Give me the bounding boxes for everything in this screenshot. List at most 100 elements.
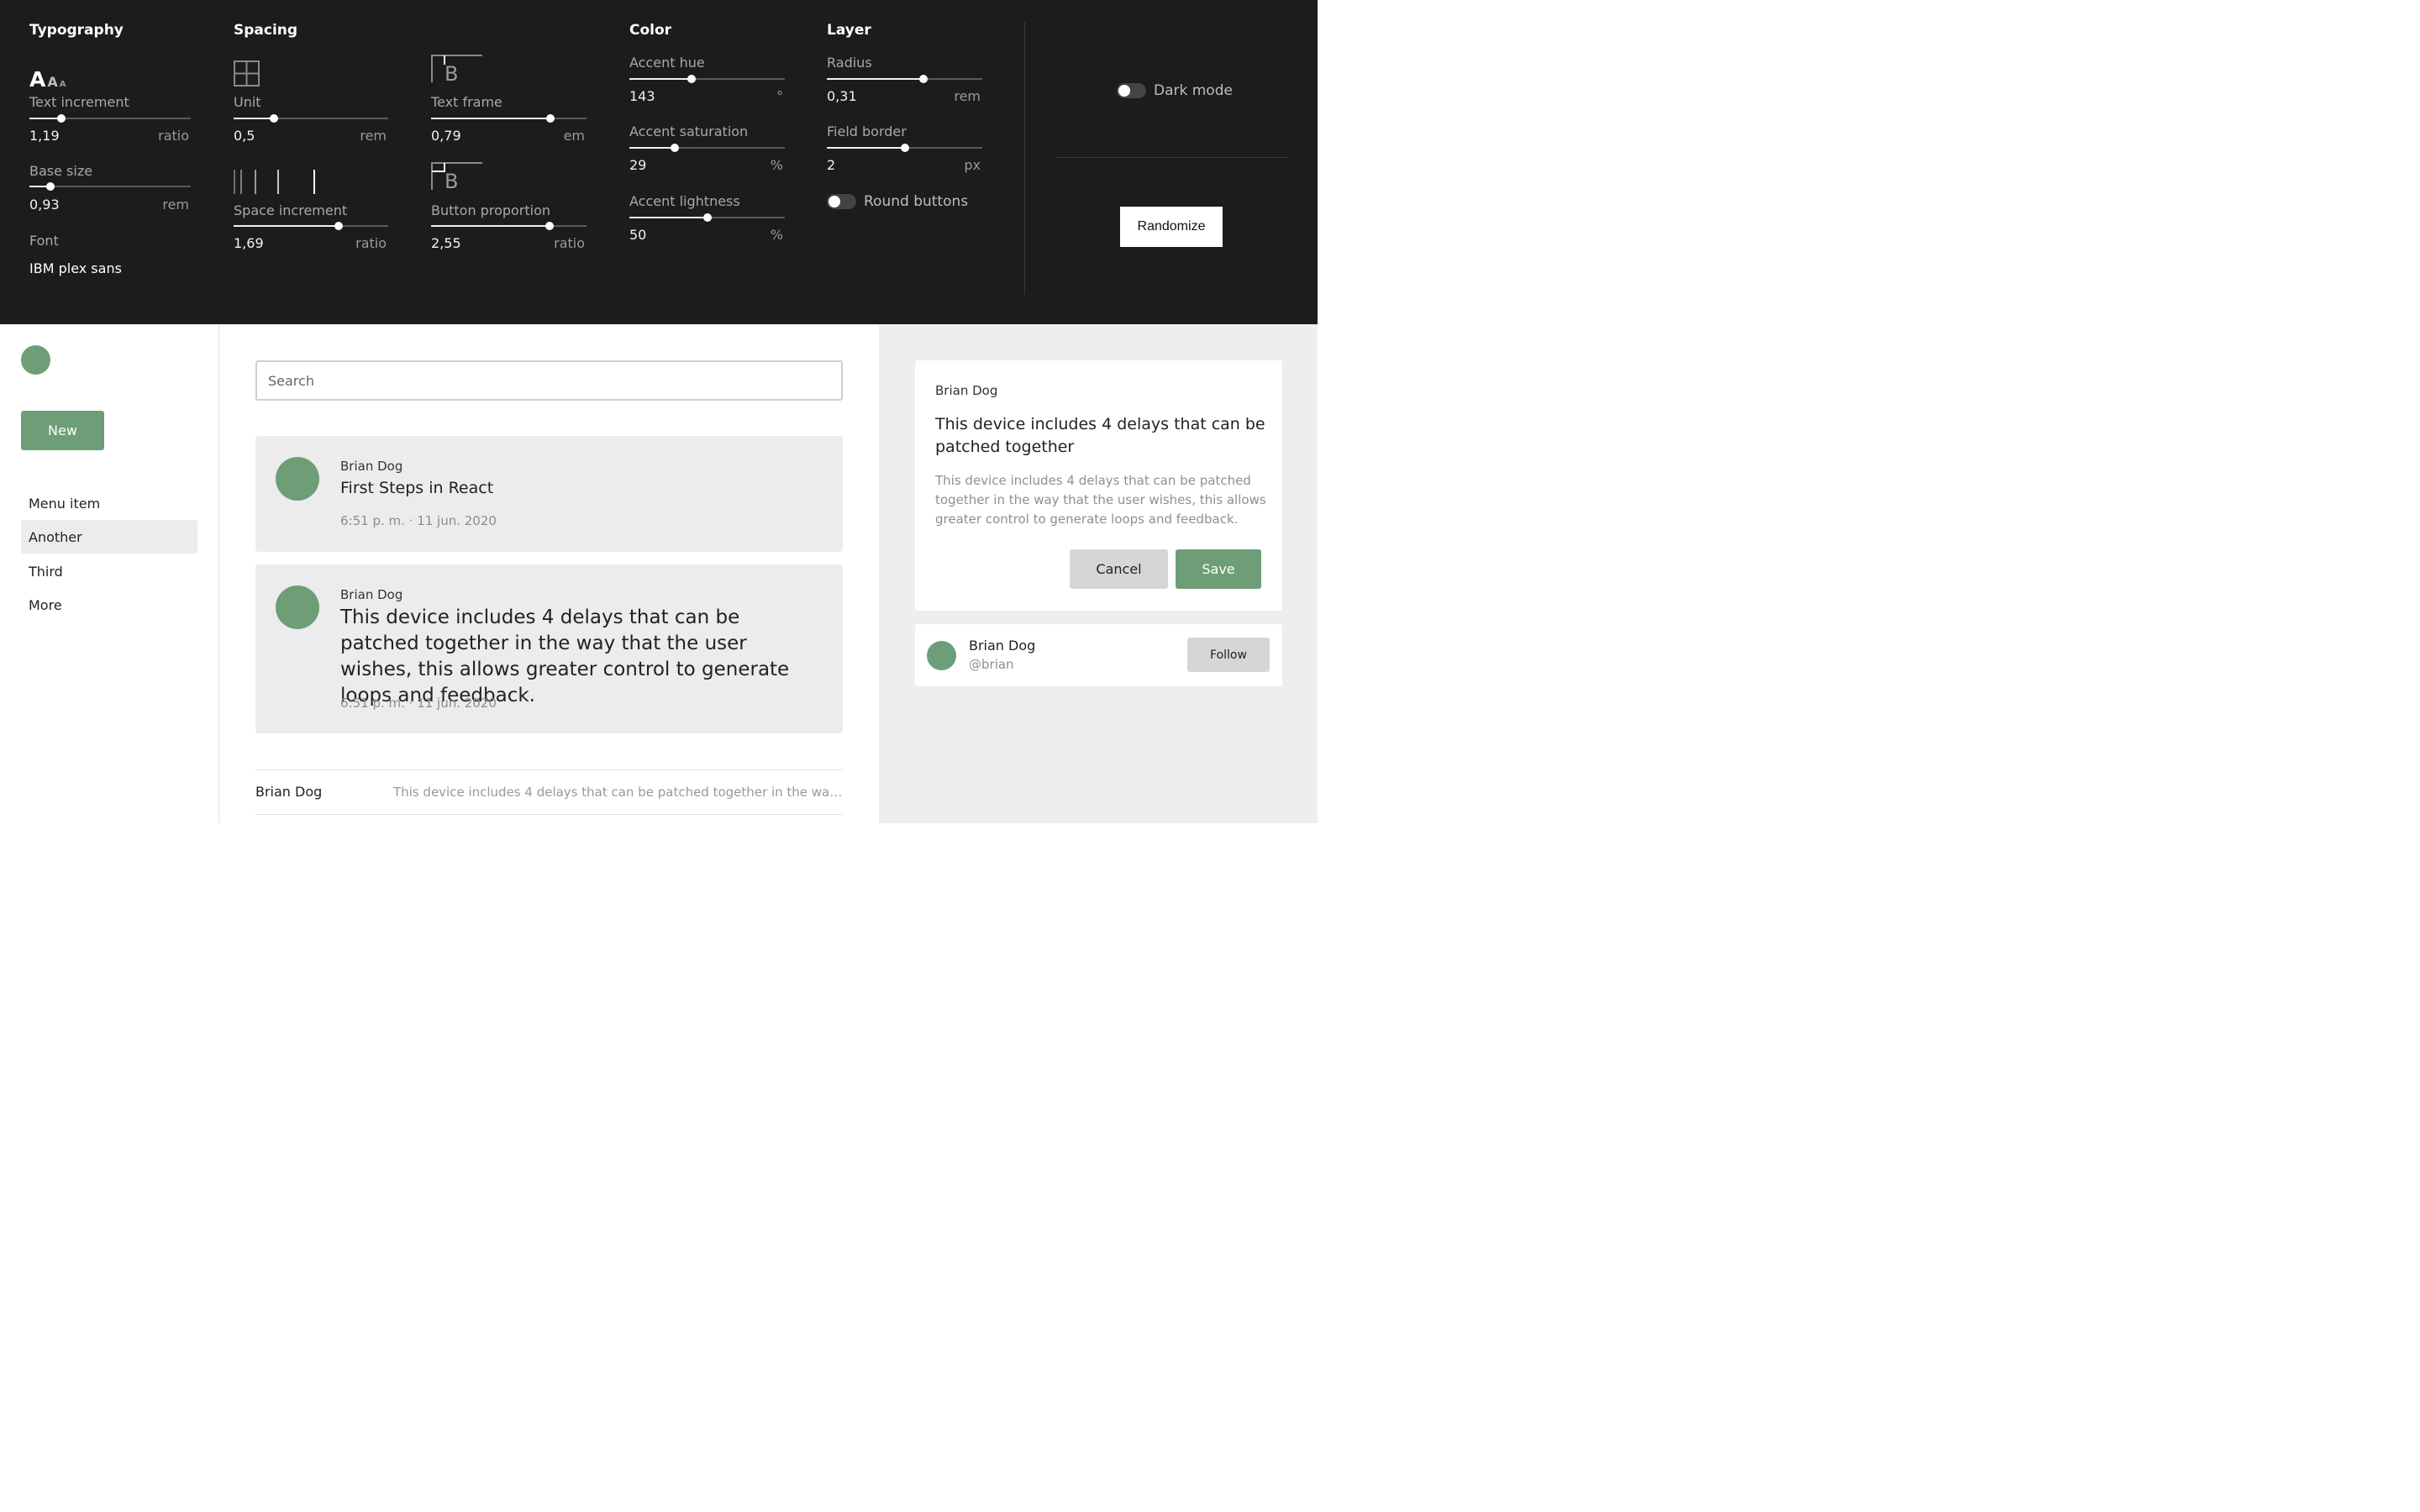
color-title: Color: [629, 22, 672, 39]
post-title: First Steps in React: [340, 479, 494, 497]
button-proportion-slider[interactable]: [431, 220, 587, 232]
text-increment-unit: ratio: [158, 128, 189, 144]
space-increment-unit: ratio: [355, 235, 387, 251]
post-avatar: [276, 585, 319, 629]
post-avatar: [276, 457, 319, 501]
design-controls-panel: Typography AAA Text increment 1,19 ratio…: [0, 0, 1318, 324]
spacing-title: Spacing: [234, 22, 298, 39]
list-item[interactable]: Brian Dog This device includes 4 delays …: [255, 769, 843, 815]
field-border-slider[interactable]: [827, 142, 982, 154]
field-border-unit: px: [964, 157, 981, 173]
slider-knob[interactable]: [687, 75, 696, 83]
slider-knob[interactable]: [670, 144, 679, 152]
radius-unit: rem: [954, 88, 981, 104]
sidebar-item-more[interactable]: More: [21, 588, 197, 622]
sidebar-item-another[interactable]: Another: [21, 520, 197, 554]
detail-body: This device includes 4 delays that can b…: [935, 473, 1266, 527]
base-size-unit: rem: [162, 197, 189, 213]
feed: Search Brian Dog First Steps in React 6:…: [219, 324, 879, 823]
space-increment-slider[interactable]: [234, 220, 388, 232]
detail-title: This device includes 4 delays that can b…: [935, 415, 1265, 456]
unit-unit: rem: [360, 128, 387, 144]
field-border-value[interactable]: 2: [827, 157, 835, 173]
font-select[interactable]: IBM plex sans: [29, 260, 122, 276]
accent-saturation-label: Accent saturation: [629, 123, 749, 139]
base-size-slider[interactable]: [29, 181, 191, 192]
dark-mode-label: Dark mode: [1154, 82, 1233, 99]
accent-lightness-slider[interactable]: [629, 212, 785, 223]
user-avatar[interactable]: [927, 641, 956, 670]
accent-hue-value[interactable]: 143: [629, 88, 655, 104]
button-proportion-icon: B: [431, 162, 482, 191]
accent-lightness-value[interactable]: 50: [629, 227, 646, 243]
slider-knob[interactable]: [269, 114, 278, 123]
slider-knob[interactable]: [702, 213, 712, 222]
text-increment-label: Text increment: [29, 94, 129, 110]
user-handle: @brian: [969, 657, 1014, 672]
round-buttons-label: Round buttons: [864, 193, 969, 210]
user-card: Brian Dog @brian Follow: [915, 624, 1282, 686]
text-frame-value[interactable]: 0,79: [431, 128, 461, 144]
slider-knob[interactable]: [57, 114, 66, 123]
radius-slider[interactable]: [827, 73, 982, 85]
detail-author: Brian Dog: [935, 383, 998, 398]
accent-hue-slider[interactable]: [629, 73, 785, 85]
round-buttons-toggle[interactable]: [827, 194, 856, 209]
randomize-button[interactable]: Randomize: [1120, 207, 1223, 247]
cancel-button[interactable]: Cancel: [1070, 549, 1168, 589]
sidebar-item-menu-item[interactable]: Menu item: [21, 486, 197, 520]
post-author: Brian Dog: [340, 587, 403, 602]
field-border-label: Field border: [827, 123, 907, 139]
text-increment-value[interactable]: 1,19: [29, 128, 60, 144]
new-button[interactable]: New: [21, 411, 104, 450]
font-label: Font: [29, 233, 59, 249]
search-input[interactable]: Search: [255, 360, 843, 401]
save-button[interactable]: Save: [1176, 549, 1261, 589]
button-proportion-value[interactable]: 2,55: [431, 235, 461, 251]
text-increment-slider[interactable]: [29, 113, 191, 124]
unit-label: Unit: [234, 94, 261, 110]
space-increment-label: Space increment: [234, 202, 348, 218]
detail-panel: Brian Dog This device includes 4 delays …: [879, 324, 1318, 823]
slider-knob[interactable]: [45, 182, 55, 191]
layer-title: Layer: [827, 22, 871, 39]
accent-saturation-slider[interactable]: [629, 142, 785, 154]
follow-button[interactable]: Follow: [1187, 638, 1270, 672]
accent-lightness-label: Accent lightness: [629, 193, 740, 209]
text-size-icon-big: A: [29, 67, 46, 92]
post-card[interactable]: Brian Dog This device includes 4 delays …: [255, 564, 843, 733]
sidebar-item-third[interactable]: Third: [21, 554, 197, 588]
list-item-snippet: This device includes 4 delays that can b…: [393, 785, 843, 800]
text-size-icon: AAA: [29, 67, 66, 92]
slider-knob[interactable]: [544, 222, 554, 230]
base-size-value[interactable]: 0,93: [29, 197, 60, 213]
list-item-author: Brian Dog: [255, 784, 323, 800]
slider-knob[interactable]: [900, 144, 909, 152]
post-time: 6:51 p. m. · 11 jun. 2020: [340, 696, 497, 711]
space-increment-value[interactable]: 1,69: [234, 235, 264, 251]
unit-value[interactable]: 0,5: [234, 128, 255, 144]
post-title: This device includes 4 delays that can b…: [340, 606, 790, 706]
radius-value[interactable]: 0,31: [827, 88, 857, 104]
button-proportion-icon-glyph: B: [445, 170, 458, 191]
dark-mode-toggle[interactable]: [1117, 83, 1146, 98]
accent-hue-label: Accent hue: [629, 55, 705, 71]
radius-label: Radius: [827, 55, 872, 71]
avatar[interactable]: [21, 345, 50, 375]
accent-saturation-value[interactable]: 29: [629, 157, 646, 173]
panel-divider-horizontal: [1055, 157, 1288, 158]
text-frame-label: Text frame: [431, 94, 502, 110]
base-size-label: Base size: [29, 163, 93, 179]
accent-hue-unit: °: [776, 88, 783, 104]
sidebar: New Menu item Another Third More: [0, 324, 219, 823]
unit-slider[interactable]: [234, 113, 388, 124]
post-card[interactable]: Brian Dog First Steps in React 6:51 p. m…: [255, 436, 843, 552]
slider-knob[interactable]: [546, 114, 555, 123]
text-frame-icon: B: [431, 55, 482, 83]
slider-knob[interactable]: [918, 75, 928, 83]
accent-saturation-unit: %: [770, 157, 783, 173]
text-frame-slider[interactable]: [431, 113, 587, 124]
text-size-icon-mid: A: [47, 74, 58, 90]
panel-divider: [1024, 22, 1025, 295]
slider-knob[interactable]: [334, 222, 344, 230]
